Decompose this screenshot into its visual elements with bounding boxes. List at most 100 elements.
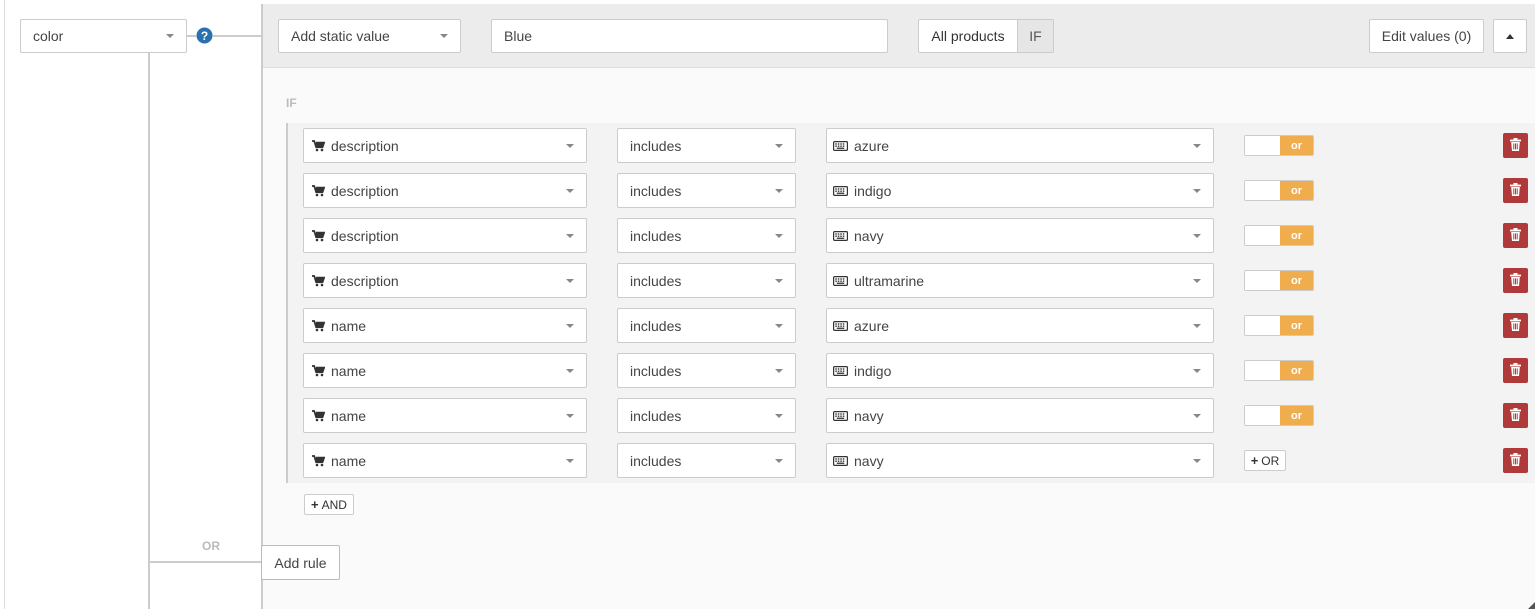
svg-text:?: ? (201, 29, 208, 43)
or-toggle[interactable]: or (1244, 135, 1314, 156)
or-toggle[interactable]: or (1244, 315, 1314, 336)
condition-operator-value: includes (630, 227, 682, 244)
condition-value-select[interactable]: navy (826, 218, 1214, 253)
condition-field-select[interactable]: description (303, 263, 587, 298)
chevron-down-icon (775, 278, 783, 283)
condition-field-select[interactable]: description (303, 173, 587, 208)
condition-operator-select[interactable]: includes (617, 173, 796, 208)
condition-field-select[interactable]: name (303, 353, 587, 388)
chevron-down-icon (1193, 323, 1201, 328)
condition-operator-select[interactable]: includes (617, 308, 796, 343)
attribute-select[interactable]: color (20, 19, 187, 53)
scope-all-products-button[interactable]: All products (919, 20, 1017, 52)
delete-condition-button[interactable] (1503, 268, 1528, 293)
condition-operator-select[interactable]: includes (617, 263, 796, 298)
delete-condition-button[interactable] (1503, 178, 1528, 203)
condition-field-select[interactable]: name (303, 308, 587, 343)
chevron-down-icon (1193, 368, 1201, 373)
edit-values-button[interactable]: Edit values (0) (1369, 19, 1484, 53)
toggle-knob (1245, 271, 1280, 290)
keyboard-icon (833, 320, 848, 331)
condition-value-text: indigo (854, 182, 892, 199)
trash-icon (1510, 227, 1521, 244)
chevron-down-icon (566, 368, 574, 373)
attribute-select-value: color (33, 28, 64, 44)
keyboard-icon (833, 455, 848, 466)
source-type-select[interactable]: Add static value (278, 19, 461, 53)
tree-line-attr-help (186, 35, 196, 37)
or-toggle[interactable]: or (1244, 405, 1314, 426)
edit-values-label: Edit values (0) (1381, 28, 1472, 44)
or-toggle[interactable]: or (1244, 225, 1314, 246)
chevron-down-icon (775, 233, 783, 238)
condition-value-select[interactable]: navy (826, 398, 1214, 433)
delete-condition-button[interactable] (1503, 448, 1528, 473)
chevron-down-icon (440, 34, 448, 38)
delete-condition-button[interactable] (1503, 358, 1528, 383)
condition-field-value: description (331, 137, 399, 154)
delete-condition-button[interactable] (1503, 403, 1528, 428)
condition-value-select[interactable]: azure (826, 308, 1214, 343)
condition-value-text: azure (854, 137, 890, 154)
chevron-down-icon (1193, 188, 1201, 193)
condition-operator-value: includes (630, 362, 682, 379)
scope-if-button[interactable]: IF (1017, 20, 1053, 52)
condition-operator-select[interactable]: includes (617, 443, 796, 478)
or-toggle-label: or (1280, 271, 1313, 290)
or-toggle-label: or (1280, 136, 1313, 155)
trash-icon (1510, 362, 1521, 379)
trash-icon (1510, 182, 1521, 199)
cart-icon (312, 364, 325, 377)
cart-icon (312, 409, 325, 422)
chevron-down-icon (566, 188, 574, 193)
tree-line-to-add-rule (148, 561, 261, 563)
condition-operator-select[interactable]: includes (617, 398, 796, 433)
keyboard-icon (833, 185, 848, 196)
condition-field-value: name (331, 317, 367, 334)
question-circle-icon[interactable]: ? (196, 27, 213, 44)
condition-field-select[interactable]: description (303, 128, 587, 163)
condition-field-select[interactable]: name (303, 398, 587, 433)
delete-condition-button[interactable] (1503, 313, 1528, 338)
delete-condition-button[interactable] (1503, 223, 1528, 248)
condition-value-select[interactable]: indigo (826, 173, 1214, 208)
or-toggle[interactable]: or (1244, 270, 1314, 291)
condition-operator-select[interactable]: includes (617, 128, 796, 163)
delete-condition-button[interactable] (1503, 133, 1528, 158)
or-toggle-label: or (1280, 361, 1313, 380)
tree-line-vertical (148, 52, 150, 609)
condition-value-text: azure (854, 317, 890, 334)
plus-icon: + (311, 497, 319, 512)
collapse-button[interactable] (1493, 19, 1527, 53)
or-separator-label: OR (202, 539, 220, 553)
condition-value-select[interactable]: navy (826, 443, 1214, 478)
resize-corner-icon (1528, 602, 1535, 609)
conditions-header-label: IF (286, 96, 297, 110)
toggle-knob (1245, 406, 1280, 425)
static-value-input[interactable]: Blue (491, 19, 888, 53)
chevron-down-icon (566, 278, 574, 283)
condition-operator-value: includes (630, 272, 682, 289)
condition-operator-select[interactable]: includes (617, 218, 796, 253)
chevron-down-icon (1193, 278, 1201, 283)
add-rule-button[interactable]: Add rule (261, 545, 340, 580)
add-and-button[interactable]: + AND (304, 494, 354, 515)
condition-operator-value: includes (630, 137, 682, 154)
condition-field-select[interactable]: name (303, 443, 587, 478)
keyboard-icon (833, 365, 848, 376)
keyboard-icon (833, 140, 848, 151)
condition-field-select[interactable]: description (303, 218, 587, 253)
condition-value-select[interactable]: indigo (826, 353, 1214, 388)
condition-value-select[interactable]: azure (826, 128, 1214, 163)
condition-value-select[interactable]: ultramarine (826, 263, 1214, 298)
add-or-label: OR (1261, 453, 1280, 468)
condition-operator-select[interactable]: includes (617, 353, 796, 388)
or-toggle[interactable]: or (1244, 180, 1314, 201)
plus-icon: + (1250, 453, 1259, 468)
toggle-knob (1245, 181, 1280, 200)
cart-icon (312, 454, 325, 467)
toggle-knob (1245, 316, 1280, 335)
trash-icon (1510, 317, 1521, 334)
or-toggle[interactable]: or (1244, 360, 1314, 381)
add-or-button[interactable]: + OR (1244, 450, 1286, 471)
